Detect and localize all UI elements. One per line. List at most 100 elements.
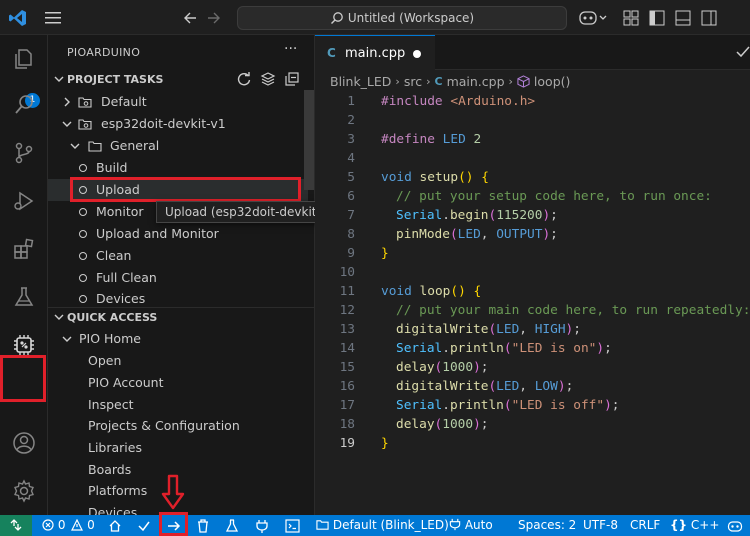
chevron-right-icon: › <box>508 74 513 88</box>
explorer-icon[interactable] <box>12 47 36 71</box>
code-line: 11 void loop() { <box>339 284 482 299</box>
chevron-right-icon <box>64 97 70 107</box>
task-upload-and-monitor[interactable]: Upload and Monitor <box>48 223 308 245</box>
code-line: 18 delay(1000); <box>339 417 489 432</box>
sidebar-scrollbar[interactable] <box>304 90 314 190</box>
task-full-clean[interactable]: Full Clean <box>48 267 308 289</box>
search-icon[interactable] <box>12 93 36 117</box>
menu-icon[interactable] <box>44 10 62 26</box>
clean-trash-icon[interactable] <box>196 518 210 534</box>
root-folder-icon <box>78 119 92 130</box>
breadcrumb-project[interactable]: Blink_LED <box>330 74 391 89</box>
tree-item-pio-home[interactable]: PIO Home <box>48 328 308 350</box>
settings-gear-icon[interactable] <box>12 479 36 503</box>
tree-item-general[interactable]: General <box>48 135 308 157</box>
copilot-status-icon[interactable] <box>727 518 743 534</box>
pio-home-icon[interactable] <box>108 518 122 534</box>
chevron-down-icon <box>62 121 72 127</box>
remote-icon <box>10 519 22 531</box>
copilot-icon[interactable] <box>578 8 608 28</box>
testing-flask-icon[interactable] <box>12 285 36 309</box>
test-flask-icon[interactable] <box>225 518 239 534</box>
code-line: 7 Serial.begin(115200); <box>347 208 558 223</box>
qa-libraries[interactable]: Libraries <box>48 437 308 459</box>
root-folder-icon <box>78 97 92 108</box>
breadcrumb: Blink_LED › src › C main.cpp › loop() <box>330 71 570 91</box>
pio-environment[interactable]: Default (Blink_LED) <box>316 518 449 534</box>
refresh-icon[interactable] <box>236 71 252 87</box>
end-of-line[interactable]: CRLF <box>630 518 660 534</box>
tree-item-default[interactable]: Default <box>48 91 308 113</box>
platformio-icon[interactable] <box>12 333 36 357</box>
upload-port[interactable]: Auto <box>449 518 493 534</box>
terminal-icon[interactable] <box>285 518 300 534</box>
breadcrumb-symbol[interactable]: loop() <box>534 74 570 89</box>
tree-item-esp32doit[interactable]: esp32doit-devkit-v1 <box>48 113 308 135</box>
breadcrumb-src[interactable]: src <box>404 74 422 89</box>
qa-pio-account[interactable]: PIO Account <box>48 372 308 394</box>
language-mode[interactable]: {} C++ <box>670 518 719 534</box>
braces-icon: {} <box>670 518 688 532</box>
task-circle-icon <box>79 208 87 216</box>
encoding[interactable]: UTF-8 <box>583 518 618 534</box>
check-icon[interactable] <box>735 44 750 60</box>
account-icon[interactable] <box>12 431 36 455</box>
toggle-panel-icon[interactable] <box>674 8 692 28</box>
task-circle-icon <box>79 252 87 260</box>
breadcrumb-file[interactable]: main.cpp <box>447 74 505 89</box>
vscode-logo-icon <box>9 10 26 26</box>
toggle-secondary-sidebar-icon[interactable] <box>700 8 718 28</box>
warning-icon <box>71 518 84 531</box>
qa-inspect[interactable]: Inspect <box>48 394 308 416</box>
editor-area: C main.cpp Blink_LED › src › C main.cpp … <box>315 35 750 515</box>
platformio-highlight-box <box>0 355 46 402</box>
plug-icon <box>449 518 461 531</box>
qa-open[interactable]: Open <box>48 350 308 372</box>
command-center-search[interactable]: Untitled (Workspace) <box>237 6 567 30</box>
quick-access-header[interactable]: QUICK ACCESS <box>48 307 314 329</box>
code-line: 1 #include <Arduino.h> <box>347 94 536 109</box>
problems-indicator[interactable]: 0 0 <box>42 518 95 534</box>
code-line: 19} <box>339 436 389 451</box>
code-line: 6// put your setup code here, to run onc… <box>347 189 712 204</box>
toggle-sidebar-icon[interactable] <box>648 8 666 28</box>
indentation[interactable]: Spaces: 2 <box>518 518 576 534</box>
activity-bar: 1 <box>0 35 48 515</box>
project-tasks-header[interactable]: PROJECT TASKS <box>48 69 314 91</box>
code-line: 2 <box>347 113 355 128</box>
folder-icon <box>316 520 329 530</box>
task-clean[interactable]: Clean <box>48 245 308 267</box>
platformio-sidebar: PIOARDUINO ··· PROJECT TASKS Default esp… <box>48 35 315 515</box>
tab-label: main.cpp <box>345 46 406 61</box>
unsaved-dot-icon[interactable] <box>413 50 421 58</box>
code-line: 4 <box>347 151 355 166</box>
task-circle-icon <box>79 164 87 172</box>
run-debug-icon[interactable] <box>12 189 36 213</box>
code-line: 16 digitalWrite(LED, LOW); <box>339 379 574 394</box>
code-line: 14 Serial.println("LED is on"); <box>339 341 612 356</box>
remote-indicator[interactable] <box>0 515 32 536</box>
collapse-all-icon[interactable] <box>284 71 300 87</box>
build-check-icon[interactable] <box>137 518 151 534</box>
customize-layout-icon[interactable] <box>622 8 640 28</box>
cpp-file-icon: C <box>434 74 443 88</box>
layers-icon[interactable] <box>260 71 276 87</box>
annotation-down-arrow-icon <box>161 474 185 510</box>
source-control-icon[interactable] <box>12 141 36 165</box>
extensions-icon[interactable] <box>12 237 36 261</box>
code-line: 5 void setup() { <box>347 170 489 185</box>
task-circle-icon <box>79 274 87 282</box>
task-circle-icon <box>79 230 87 238</box>
sidebar-title: PIOARDUINO <box>67 46 141 59</box>
method-cube-icon <box>517 74 530 88</box>
code-line: 10 <box>339 265 355 280</box>
back-arrow-icon[interactable] <box>182 9 198 27</box>
more-actions-icon[interactable]: ··· <box>284 41 297 57</box>
qa-projects-configuration[interactable]: Projects & Configuration <box>48 415 308 437</box>
tab-bar: C main.cpp <box>315 35 750 70</box>
serial-monitor-plug-icon[interactable] <box>255 518 269 534</box>
task-build[interactable]: Build <box>48 157 308 179</box>
tab-main-cpp[interactable]: C main.cpp <box>315 35 435 70</box>
chevron-down-icon <box>62 336 72 342</box>
forward-arrow-icon[interactable] <box>206 9 222 27</box>
